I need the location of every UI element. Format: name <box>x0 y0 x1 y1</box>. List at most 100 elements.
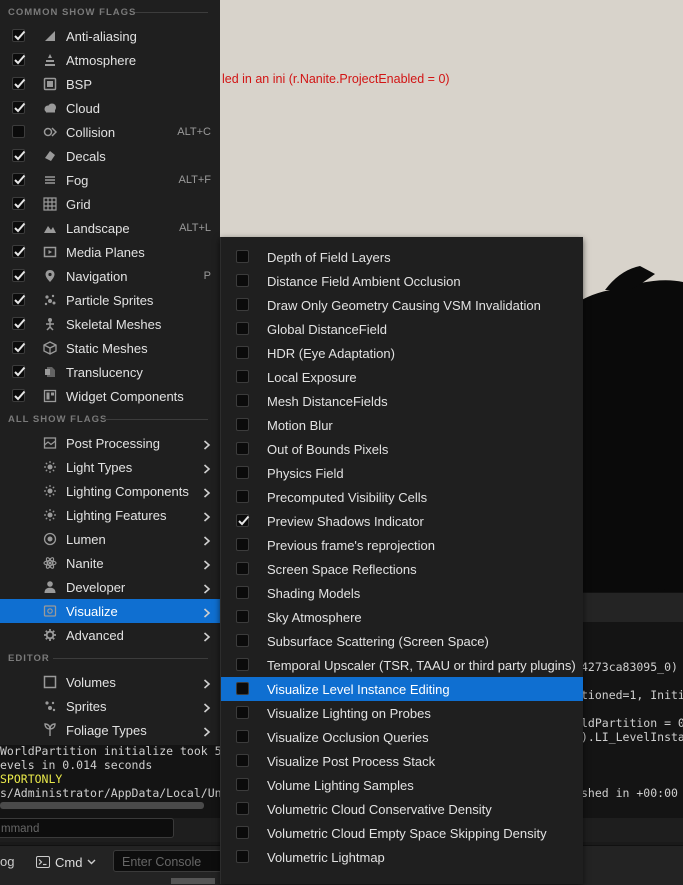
visualize-screen-space-reflections[interactable]: Screen Space Reflections <box>221 557 583 581</box>
visualize-out-of-bounds-pixels[interactable]: Out of Bounds Pixels <box>221 437 583 461</box>
submenu-lighting-features[interactable]: Lighting Features <box>0 503 220 527</box>
visualize-depth-of-field-layers[interactable]: Depth of Field Layers <box>221 245 583 269</box>
visualize-motion-blur[interactable]: Motion Blur <box>221 413 583 437</box>
visualize-volume-lighting-samples[interactable]: Volume Lighting Samples <box>221 773 583 797</box>
checkbox[interactable] <box>236 370 249 383</box>
checkbox[interactable] <box>12 53 26 66</box>
visualize-temporal-upscaler-tsr-taau-or-third-party-plugins[interactable]: Temporal Upscaler (TSR, TAAU or third pa… <box>221 653 583 677</box>
checkbox[interactable] <box>12 269 26 282</box>
submenu-visualize[interactable]: Visualize <box>0 599 220 623</box>
checkbox[interactable] <box>236 586 249 599</box>
console-command-input[interactable]: Enter Console <box>113 850 233 872</box>
checkbox[interactable] <box>236 826 249 839</box>
visualize-physics-field[interactable]: Physics Field <box>221 461 583 485</box>
checkbox[interactable] <box>236 538 249 551</box>
checkbox[interactable] <box>236 562 249 575</box>
checkbox[interactable] <box>236 514 250 527</box>
show-flag-collision[interactable]: Collision ALT+C <box>0 120 220 144</box>
show-flag-anti-aliasing[interactable]: Anti-aliasing <box>0 24 220 48</box>
visualize-visualize-level-instance-editing[interactable]: Visualize Level Instance Editing <box>221 677 583 701</box>
submenu-lumen[interactable]: Lumen <box>0 527 220 551</box>
visualize-sky-atmosphere[interactable]: Sky Atmosphere <box>221 605 583 629</box>
submenu-light-types[interactable]: Light Types <box>0 455 220 479</box>
visualize-hdr-eye-adaptation[interactable]: HDR (Eye Adaptation) <box>221 341 583 365</box>
checkbox[interactable] <box>12 125 25 138</box>
checkbox[interactable] <box>236 322 249 335</box>
checkbox[interactable] <box>236 802 249 815</box>
checkbox[interactable] <box>236 442 249 455</box>
cmd-dropdown[interactable]: Cmd <box>28 850 104 874</box>
checkbox[interactable] <box>236 250 249 263</box>
visualize-global-distancefield[interactable]: Global DistanceField <box>221 317 583 341</box>
show-flag-bsp[interactable]: BSP <box>0 72 220 96</box>
show-flag-decals[interactable]: Decals <box>0 144 220 168</box>
checkbox[interactable] <box>236 682 249 695</box>
visualize-visualize-occlusion-queries[interactable]: Visualize Occlusion Queries <box>221 725 583 749</box>
checkbox[interactable] <box>12 317 26 330</box>
checkbox[interactable] <box>236 778 249 791</box>
visualize-shading-models[interactable]: Shading Models <box>221 581 583 605</box>
checkbox[interactable] <box>12 341 26 354</box>
checkbox[interactable] <box>12 77 26 90</box>
show-flag-skeletal-meshes[interactable]: Skeletal Meshes <box>0 312 220 336</box>
show-flag-media-planes[interactable]: Media Planes <box>0 240 220 264</box>
visualize-local-exposure[interactable]: Local Exposure <box>221 365 583 389</box>
output-log-button[interactable]: og <box>0 854 14 869</box>
log-filter-input[interactable]: mmand <box>0 818 174 838</box>
checkbox[interactable] <box>12 245 26 258</box>
submenu-advanced[interactable]: Advanced <box>0 623 220 647</box>
submenu-foliage-types[interactable]: Foliage Types <box>0 718 220 742</box>
submenu-post-processing[interactable]: Post Processing <box>0 431 220 455</box>
checkbox[interactable] <box>12 101 26 114</box>
checkbox[interactable] <box>12 149 26 162</box>
show-flag-cloud[interactable]: Cloud <box>0 96 220 120</box>
checkbox[interactable] <box>12 29 26 42</box>
checkbox[interactable] <box>236 754 249 767</box>
checkbox[interactable] <box>12 197 26 210</box>
show-flag-fog[interactable]: Fog ALT+F <box>0 168 220 192</box>
checkbox[interactable] <box>236 730 249 743</box>
visualize-draw-only-geometry-causing-vsm-invalidation[interactable]: Draw Only Geometry Causing VSM Invalidat… <box>221 293 583 317</box>
visualize-visualize-post-process-stack[interactable]: Visualize Post Process Stack <box>221 749 583 773</box>
show-flag-widget-components[interactable]: Widget Components <box>0 384 220 408</box>
checkbox[interactable] <box>12 365 26 378</box>
submenu-volumes[interactable]: Volumes <box>0 670 220 694</box>
show-flag-navigation[interactable]: Navigation P <box>0 264 220 288</box>
submenu-lighting-components[interactable]: Lighting Components <box>0 479 220 503</box>
checkbox[interactable] <box>12 173 26 186</box>
checkbox[interactable] <box>236 274 249 287</box>
show-flag-atmosphere[interactable]: Atmosphere <box>0 48 220 72</box>
checkbox[interactable] <box>236 394 249 407</box>
visualize-distance-field-ambient-occlusion[interactable]: Distance Field Ambient Occlusion <box>221 269 583 293</box>
visualize-volumetric-cloud-conservative-density[interactable]: Volumetric Cloud Conservative Density <box>221 797 583 821</box>
submenu-sprites[interactable]: Sprites <box>0 694 220 718</box>
checkbox[interactable] <box>12 389 26 402</box>
show-flag-grid[interactable]: Grid <box>0 192 220 216</box>
visualize-previous-frame-s-reprojection[interactable]: Previous frame's reprojection <box>221 533 583 557</box>
checkbox[interactable] <box>12 221 26 234</box>
checkbox[interactable] <box>236 418 249 431</box>
checkbox[interactable] <box>236 610 249 623</box>
checkbox[interactable] <box>236 346 249 359</box>
show-flag-landscape[interactable]: Landscape ALT+L <box>0 216 220 240</box>
visualize-precomputed-visibility-cells[interactable]: Precomputed Visibility Cells <box>221 485 583 509</box>
visualize-preview-shadows-indicator[interactable]: Preview Shadows Indicator <box>221 509 583 533</box>
checkbox[interactable] <box>236 706 249 719</box>
log-horizontal-scrollbar[interactable] <box>0 802 204 809</box>
visualize-volumetric-cloud-empty-space-skipping-density[interactable]: Volumetric Cloud Empty Space Skipping De… <box>221 821 583 845</box>
checkbox[interactable] <box>236 298 249 311</box>
checkbox[interactable] <box>236 658 249 671</box>
checkbox[interactable] <box>12 293 26 306</box>
submenu-developer[interactable]: Developer <box>0 575 220 599</box>
visualize-mesh-distancefields[interactable]: Mesh DistanceFields <box>221 389 583 413</box>
checkbox[interactable] <box>236 850 249 863</box>
visualize-volumetric-lightmap[interactable]: Volumetric Lightmap <box>221 845 583 869</box>
checkbox[interactable] <box>236 490 249 503</box>
checkbox[interactable] <box>236 634 249 647</box>
checkbox[interactable] <box>236 466 249 479</box>
show-flag-static-meshes[interactable]: Static Meshes <box>0 336 220 360</box>
submenu-nanite[interactable]: Nanite <box>0 551 220 575</box>
show-flag-translucency[interactable]: Translucency <box>0 360 220 384</box>
visualize-subsurface-scattering-screen-space[interactable]: Subsurface Scattering (Screen Space) <box>221 629 583 653</box>
visualize-visualize-lighting-on-probes[interactable]: Visualize Lighting on Probes <box>221 701 583 725</box>
